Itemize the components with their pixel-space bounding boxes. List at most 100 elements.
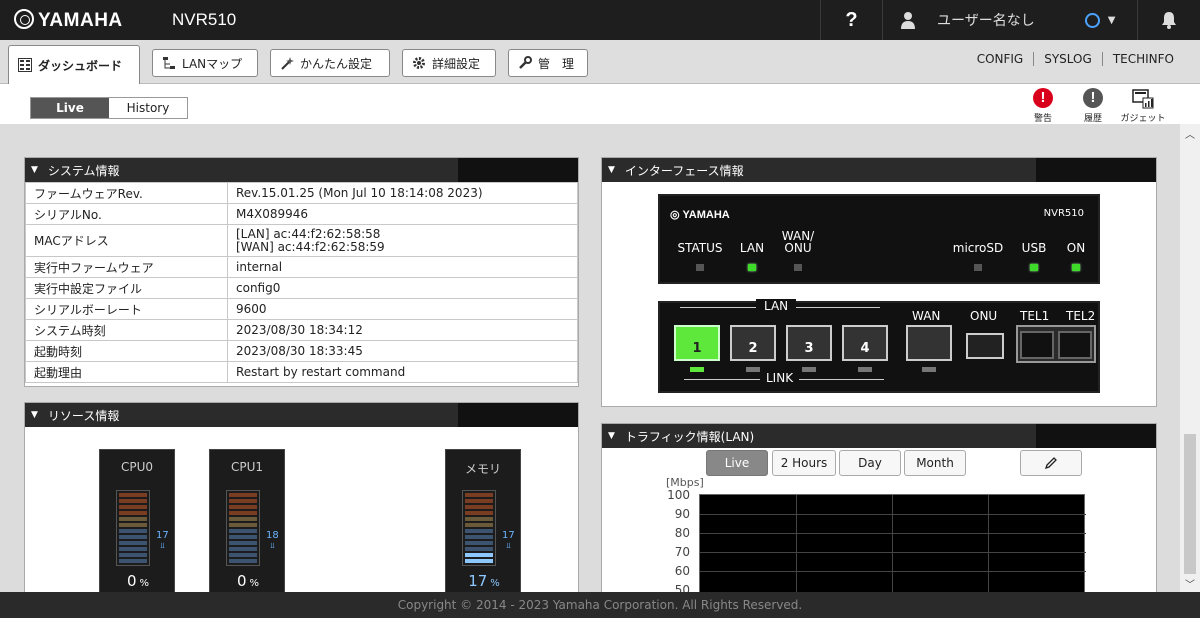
meter-label: メモリ (464, 462, 501, 476)
tab-label: LANマップ (182, 56, 243, 71)
meter-peak: 17 ⫫ (156, 530, 169, 551)
techinfo-link[interactable]: TECHINFO (1101, 52, 1184, 66)
percent-unit: % (249, 578, 260, 589)
gadget-icon (1132, 89, 1154, 109)
resource-meter: CPU0 17 ⫫ 0% (99, 449, 175, 592)
gadget-button[interactable]: ガジェット (1118, 88, 1168, 124)
meter-bar-stack (226, 490, 260, 566)
device-front-panel: ◎ YAMAHA NVR510 STATUS LAN WAN/ ONU microSD… (658, 194, 1100, 284)
gadget-label: ガジェット (1120, 114, 1166, 124)
scrollbar-thumb[interactable] (1184, 434, 1196, 574)
tuning-fork-emblem-icon (14, 9, 34, 29)
info-value: M4X089946 (227, 203, 578, 225)
meter-label: CPU0 (120, 460, 154, 474)
wrench-icon (519, 56, 532, 69)
status-led (1072, 264, 1080, 271)
meter-segment (465, 547, 493, 551)
tel2-port[interactable] (1058, 331, 1092, 359)
meter-segment (229, 499, 257, 503)
meter-percent: 0% (210, 572, 286, 590)
tel1-label: TEL1 (1020, 309, 1050, 323)
panel-title: トラフィック情報(LAN) (624, 429, 755, 444)
lan-port[interactable]: 2 (730, 325, 776, 361)
warning-label: 警告 (1033, 114, 1052, 124)
scroll-down-icon[interactable]: ﹀ (1185, 576, 1195, 591)
meter-percent: 0% (100, 572, 176, 590)
lan-map-icon (163, 57, 175, 69)
tab-easy-setup[interactable]: かんたん設定 (270, 49, 390, 77)
scroll-up-icon[interactable]: ︿ (1185, 126, 1195, 141)
interface-info-panel: ▼ インターフェース情報 ◎ YAMAHA NVR510 STATUS LAN WAN… (601, 157, 1157, 407)
meter-segment (465, 499, 493, 503)
model-name: NVR510 (172, 10, 237, 29)
chevron-down-icon[interactable]: ▼ (1108, 15, 1116, 26)
tab-management[interactable]: 管 理 (508, 49, 588, 77)
config-link[interactable]: CONFIG (967, 52, 1034, 66)
main-nav: ダッシュボード LANマップ かんたん設定 詳細設定 管 理 CONFIG SY… (0, 40, 1200, 84)
wan-port[interactable] (906, 325, 952, 361)
tab-label: 詳細設定 (432, 56, 481, 71)
tab-label: かんたん設定 (300, 56, 373, 71)
meter-segment (229, 529, 257, 533)
resource-meter: メモリ 17 ⫫ 17% (445, 449, 521, 592)
syslog-link[interactable]: SYSLOG (1033, 52, 1102, 66)
resource-meter: CPU1 18 ⫫ 0% (209, 449, 285, 592)
history-toggle-button[interactable]: History (109, 98, 187, 118)
status-led (794, 264, 802, 271)
info-row: システム時刻 2023/08/30 18:34:12 (25, 319, 578, 341)
tel1-port[interactable] (1020, 331, 1054, 359)
meter-segment (465, 511, 493, 515)
lan-port[interactable]: 4 (842, 325, 888, 361)
info-key: 起動理由 (25, 361, 228, 383)
edit-graph-button[interactable] (1020, 450, 1082, 476)
meter-segment (229, 535, 257, 539)
footer-copyright: Copyright © 2014 - 2023 Yamaha Corporati… (0, 592, 1200, 618)
traffic-info-header[interactable]: ▼ トラフィック情報(LAN) (602, 424, 1156, 448)
panel-title: リソース情報 (47, 408, 120, 423)
lan-port[interactable]: 1 (674, 325, 720, 361)
gridline (988, 495, 989, 592)
info-row: 起動理由 Restart by restart command (25, 361, 578, 383)
percent-unit: % (490, 578, 500, 589)
help-button[interactable]: ? (820, 0, 882, 40)
dashboard-icon (18, 58, 32, 72)
meter-percent: 17% (446, 572, 522, 590)
user-menu[interactable]: ユーザー名なし ▼ (882, 0, 1137, 40)
live-toggle-button[interactable]: Live (31, 98, 109, 118)
vertical-scrollbar[interactable]: ︿ ﹀ (1180, 124, 1200, 592)
notification-button[interactable] (1137, 0, 1200, 40)
status-ring-icon (1084, 12, 1100, 28)
meter-segment (465, 535, 493, 539)
onu-port[interactable] (966, 333, 1004, 359)
brand-name: YAMAHA (38, 10, 123, 31)
lan-port[interactable]: 3 (786, 325, 832, 361)
lan-link-led (690, 367, 704, 372)
info-row: MACアドレス [LAN] ac:44:f2:62:58:58 [WAN] ac:… (25, 224, 578, 257)
system-info-panel: ▼ システム情報 ファームウェアRev. Rev.15.01.25 (Mon Jul… (24, 157, 579, 387)
tab-dashboard[interactable]: ダッシュボード (8, 45, 140, 84)
resource-info-header[interactable]: ▼ リソース情報 (25, 403, 578, 427)
meter-segment (119, 499, 147, 503)
lan-link-led (746, 367, 760, 372)
traffic-live-button[interactable]: Live (706, 450, 768, 476)
header-accent (458, 158, 578, 182)
traffic-2hours-button[interactable]: 2 Hours (772, 450, 836, 476)
info-value: 2023/08/30 18:33:45 (227, 340, 578, 362)
tab-lan-map[interactable]: LANマップ (152, 49, 258, 77)
tab-advanced-settings[interactable]: 詳細設定 (402, 49, 496, 77)
top-links: CONFIG SYSLOG TECHINFO (967, 52, 1184, 66)
warning-button[interactable]: ! 警告 (1018, 88, 1068, 124)
traffic-graph (699, 494, 1086, 592)
system-info-header[interactable]: ▼ システム情報 (25, 158, 578, 182)
percent-value: 17 (468, 572, 488, 590)
system-info-table: ファームウェアRev. Rev.15.01.25 (Mon Jul 10 18:1… (25, 182, 578, 383)
interface-info-header[interactable]: ▼ インターフェース情報 (602, 158, 1156, 182)
status-led (748, 264, 756, 271)
resource-meters: CPU0 17 ⫫ 0% CPU1 18 ⫫ 0% メモリ 17 ⫫ 17% (25, 427, 578, 592)
traffic-month-button[interactable]: Month (904, 450, 966, 476)
history-button[interactable]: ! 履歴 (1068, 88, 1118, 124)
status-led (696, 264, 704, 271)
traffic-body: Live 2 Hours Day Month [Mbps] 100 90 80 70 6… (602, 448, 1156, 592)
traffic-day-button[interactable]: Day (839, 450, 901, 476)
device-brand-text: YAMAHA (682, 209, 730, 221)
